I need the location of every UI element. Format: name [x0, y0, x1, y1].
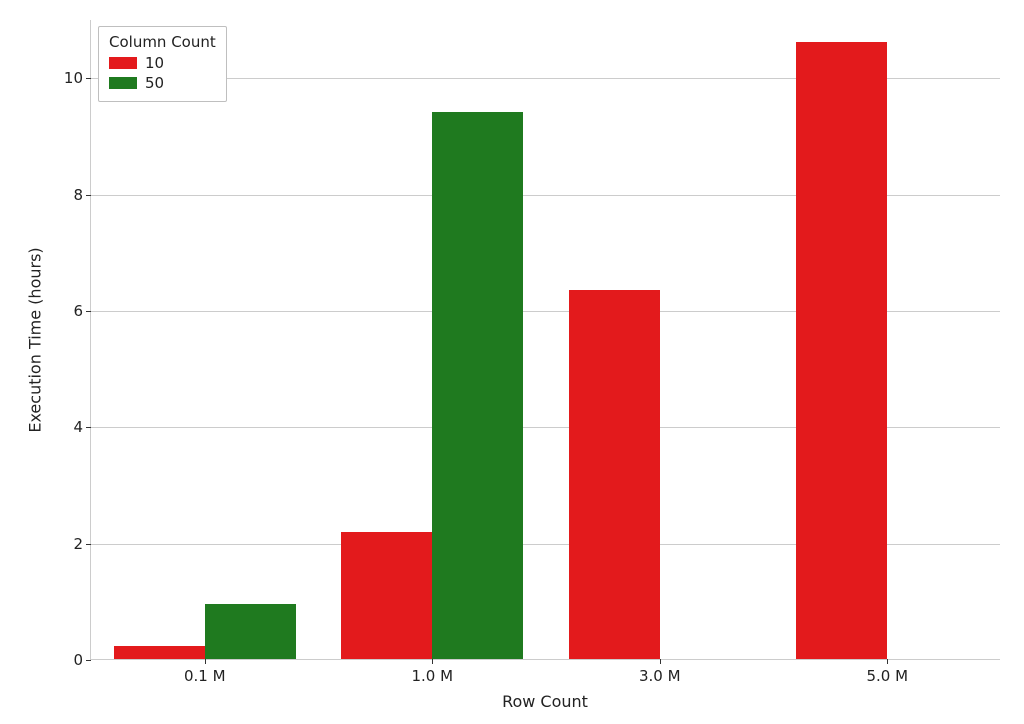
legend-swatch — [109, 77, 137, 89]
chart-container: 02468100.1 M1.0 M3.0 M5.0 M Execution Ti… — [0, 0, 1024, 724]
legend-label: 50 — [145, 73, 164, 93]
legend-item: 50 — [109, 73, 216, 93]
bar — [432, 112, 523, 659]
x-tick-label: 5.0 M — [866, 659, 908, 685]
legend-title: Column Count — [109, 33, 216, 51]
bar — [114, 646, 205, 659]
plot-area: 02468100.1 M1.0 M3.0 M5.0 M — [90, 20, 1000, 660]
y-tick-label: 6 — [73, 302, 91, 320]
bar — [341, 532, 432, 659]
legend-item: 10 — [109, 53, 216, 73]
x-tick-label: 1.0 M — [411, 659, 453, 685]
y-tick-label: 4 — [73, 418, 91, 436]
bar — [796, 42, 887, 659]
y-tick-label: 10 — [64, 69, 91, 87]
x-tick-label: 0.1 M — [184, 659, 226, 685]
x-axis-label: Row Count — [502, 692, 588, 711]
x-tick-label: 3.0 M — [639, 659, 681, 685]
y-tick-label: 0 — [73, 651, 91, 669]
y-axis-label: Execution Time (hours) — [26, 247, 45, 432]
bar — [569, 290, 660, 659]
y-tick-label: 8 — [73, 186, 91, 204]
y-tick-label: 2 — [73, 535, 91, 553]
legend-label: 10 — [145, 53, 164, 73]
bar — [205, 604, 296, 659]
legend: Column Count 1050 — [98, 26, 227, 102]
legend-swatch — [109, 57, 137, 69]
